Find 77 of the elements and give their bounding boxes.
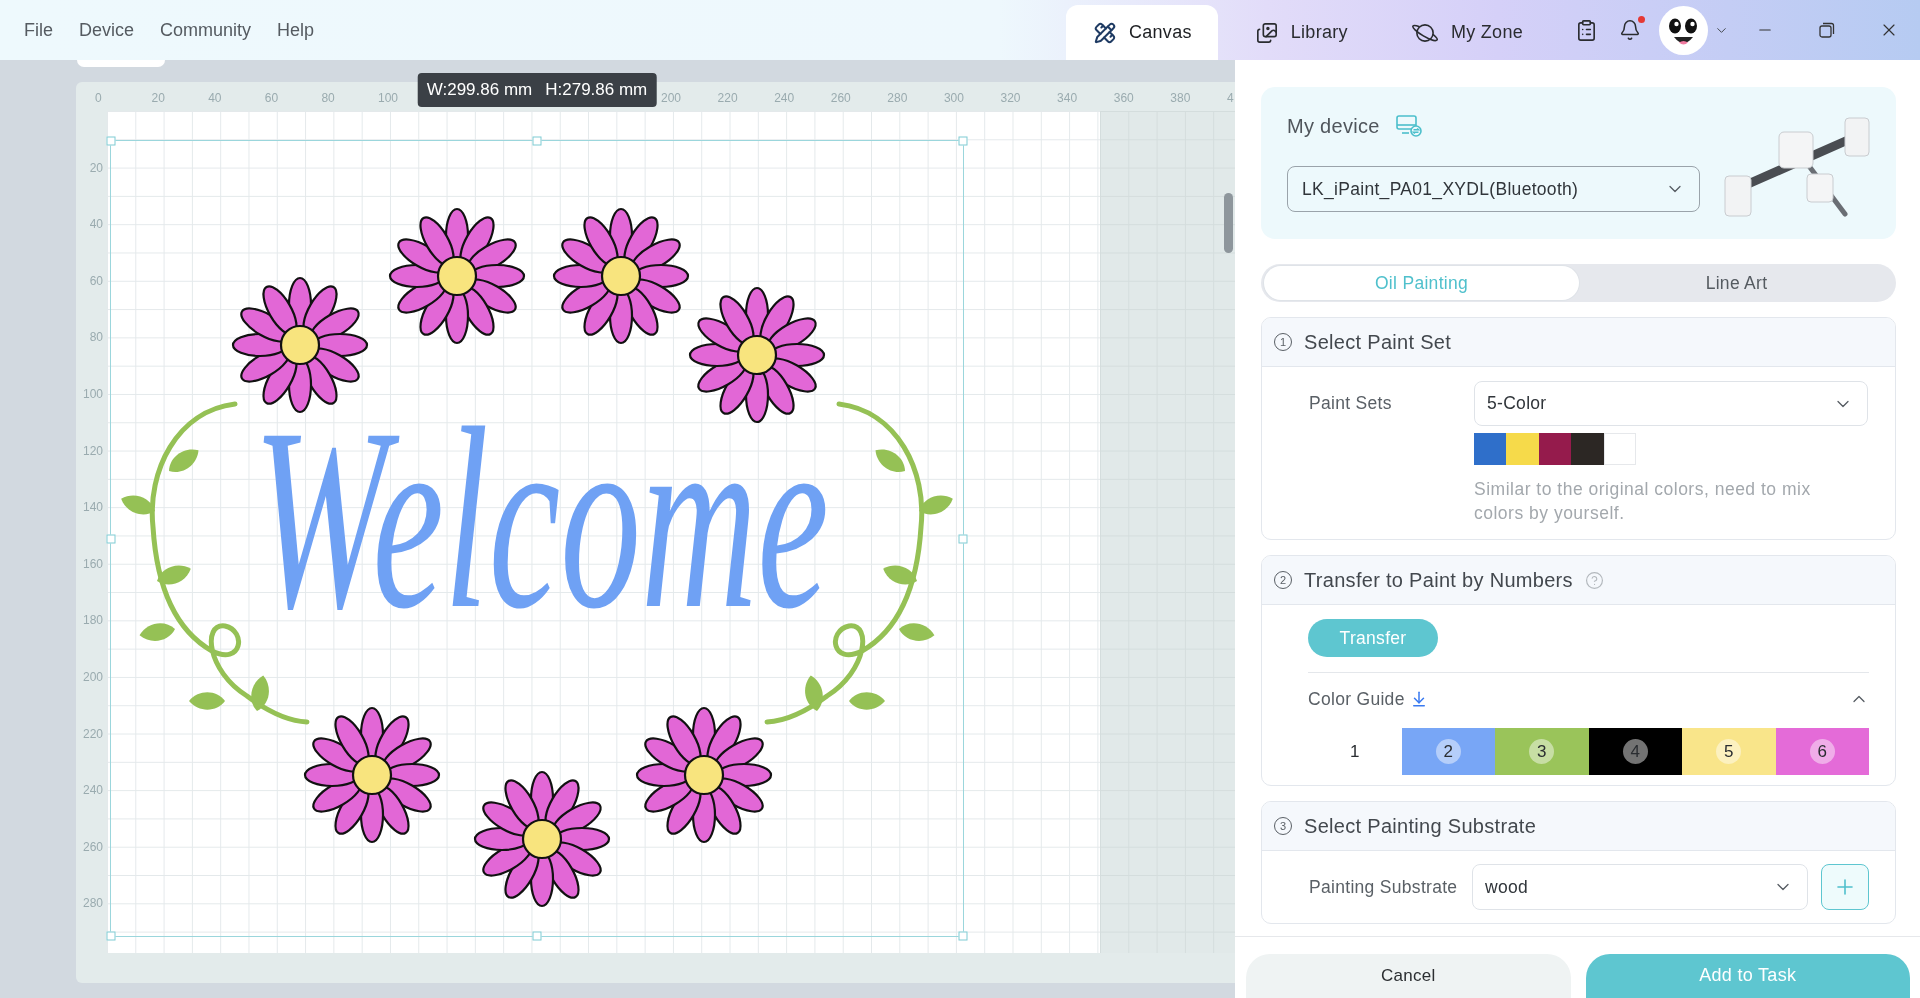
menu-item[interactable]: Device xyxy=(79,19,135,41)
ruler-label: 300 xyxy=(943,91,964,105)
height-reading: H:279.86 mm xyxy=(545,80,648,100)
menu-item[interactable]: File xyxy=(24,19,53,41)
ruler-label: 100 xyxy=(377,91,398,105)
ruler-label: 20 xyxy=(89,160,103,175)
ruler-label: 320 xyxy=(1000,91,1021,105)
color-number: 2 xyxy=(1435,739,1461,764)
resize-handle[interactable] xyxy=(532,931,542,941)
clipboard-icon[interactable] xyxy=(1575,18,1598,42)
cancel-button[interactable]: Cancel xyxy=(1246,954,1571,998)
ruler-label: 340 xyxy=(1057,91,1078,105)
ruler-label: 280 xyxy=(82,896,103,911)
ruler-label: 40 xyxy=(89,217,103,232)
step-title: Select Painting Substrate xyxy=(1304,814,1537,838)
menu-item[interactable]: Community xyxy=(160,19,252,41)
resize-handle[interactable] xyxy=(106,534,116,543)
ruler-label: 120 xyxy=(82,443,103,458)
ruler-label: 160 xyxy=(82,556,103,571)
ruler-label: 260 xyxy=(830,91,851,105)
ruler-label: 0 xyxy=(95,91,102,105)
nav-tab[interactable]: Canvas xyxy=(1065,5,1218,60)
ruler-label: 4 xyxy=(1226,91,1234,105)
color-guide-label: Color Guide xyxy=(1308,688,1405,710)
nav-tab[interactable]: My Zone xyxy=(1383,5,1549,60)
ruler-label: 20 xyxy=(151,91,165,105)
resize-handle[interactable] xyxy=(958,136,968,146)
artwork-text: Welcome xyxy=(253,374,829,663)
mode-tab[interactable]: Line Art xyxy=(1579,266,1894,300)
ruler-label: 100 xyxy=(82,386,103,401)
bell-icon[interactable] xyxy=(1619,19,1641,41)
ruler-label: 180 xyxy=(82,613,103,628)
color-number: 5 xyxy=(1716,739,1742,764)
width-reading: W:299.86 mm xyxy=(426,80,533,100)
step-title: Select Paint Set xyxy=(1304,330,1452,354)
ruler-label: 360 xyxy=(1113,91,1134,105)
substrate-select[interactable]: wood xyxy=(1472,864,1808,910)
paint-set-select[interactable]: 5-Color xyxy=(1474,381,1868,426)
ruler-label: 80 xyxy=(321,91,335,105)
paint-set-note: Similar to the original colors, need to mix colors by yourself. xyxy=(1474,478,1812,525)
step-title: Transfer to Paint by Numbers xyxy=(1304,568,1573,592)
resize-handle[interactable] xyxy=(106,931,116,941)
ruler-label: 280 xyxy=(887,91,908,105)
ruler-label: 240 xyxy=(82,783,103,798)
ruler-label: 80 xyxy=(89,330,103,345)
pencil-ruler-icon xyxy=(1093,21,1116,44)
ruler-label: 60 xyxy=(89,273,103,288)
resize-handle[interactable] xyxy=(958,931,968,941)
ruler-label: 380 xyxy=(1170,91,1191,105)
resize-handle[interactable] xyxy=(958,534,968,543)
field-label: Paint Sets xyxy=(1309,393,1393,414)
color-number: 3 xyxy=(1529,739,1555,764)
resize-handle[interactable] xyxy=(106,136,116,146)
device-title: My device xyxy=(1287,114,1380,138)
ruler-label: 140 xyxy=(82,500,103,515)
color-number: 4 xyxy=(1622,739,1648,764)
resize-handle[interactable] xyxy=(532,136,542,146)
add-substrate-button[interactable] xyxy=(1821,864,1869,910)
images-icon xyxy=(1255,21,1278,44)
help-icon[interactable] xyxy=(1584,570,1604,590)
color-number: 6 xyxy=(1809,739,1835,764)
scrollbar[interactable] xyxy=(1224,193,1233,253)
monitor-sync-icon xyxy=(1395,115,1422,137)
ruler-label: 220 xyxy=(717,91,738,105)
ruler-label: 200 xyxy=(660,91,681,105)
field-label: Painting Substrate xyxy=(1309,876,1459,898)
ruler-label: 200 xyxy=(82,669,103,684)
device-select[interactable]: LK_iPaint_PA01_XYDL(Bluetooth) xyxy=(1287,166,1700,212)
restore-icon[interactable] xyxy=(1819,22,1835,38)
ruler-label: 40 xyxy=(208,91,222,105)
ruler-label: 260 xyxy=(82,839,103,854)
menu-item[interactable]: Help xyxy=(277,19,315,41)
nav-tab[interactable]: Library xyxy=(1227,5,1374,60)
ruler-label: 60 xyxy=(264,91,279,105)
avatar-icon[interactable] xyxy=(1659,5,1708,55)
ruler-label: 240 xyxy=(774,91,795,105)
ruler-label: 220 xyxy=(82,726,103,741)
